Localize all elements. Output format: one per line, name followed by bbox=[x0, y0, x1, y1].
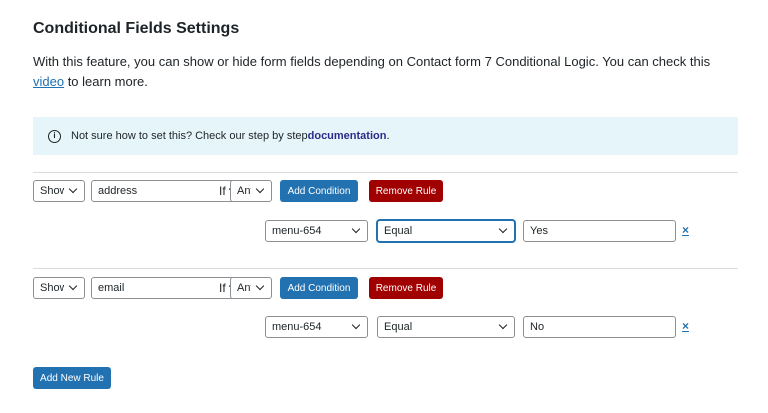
add-new-rule-button[interactable]: Add New Rule bbox=[33, 367, 111, 389]
rule-divider bbox=[33, 172, 738, 173]
notice-text: Not sure how to set this? Check our step… bbox=[71, 130, 308, 142]
rule-action-value: Show bbox=[40, 282, 64, 294]
if-label: If bbox=[219, 281, 226, 295]
chevron-down-icon bbox=[498, 224, 508, 234]
chevron-down-icon bbox=[351, 224, 361, 234]
description-suffix: to learn more. bbox=[64, 74, 148, 89]
section-description: With this feature, you can show or hide … bbox=[33, 52, 738, 92]
rule-field-value: address bbox=[98, 185, 138, 197]
documentation-link[interactable]: documentation bbox=[308, 130, 387, 142]
rule-action-select[interactable]: Show bbox=[33, 180, 85, 202]
add-condition-button[interactable]: Add Condition bbox=[280, 180, 358, 202]
rule-field-value: email bbox=[98, 282, 125, 294]
chevron-down-icon bbox=[255, 184, 265, 194]
condition-field-select[interactable]: menu-654 bbox=[265, 220, 368, 242]
rule-1: Show address If Any Add Condition Remove… bbox=[33, 180, 738, 260]
condition-field-value: menu-654 bbox=[272, 225, 322, 237]
rule-match-value: Any bbox=[237, 185, 251, 197]
help-notice: i Not sure how to set this? Check our st… bbox=[33, 117, 738, 155]
condition-field-select[interactable]: menu-654 bbox=[265, 316, 368, 338]
rule-match-select[interactable]: Any bbox=[230, 277, 272, 299]
condition-operator-select[interactable]: Equal bbox=[377, 316, 515, 338]
chevron-down-icon bbox=[68, 184, 78, 194]
chevron-down-icon bbox=[255, 281, 265, 291]
add-condition-button[interactable]: Add Condition bbox=[280, 277, 358, 299]
rule-2: Show email If Any Add Condition Remove R… bbox=[33, 277, 738, 357]
rule-match-value: Any bbox=[237, 282, 251, 294]
rule-divider bbox=[33, 268, 738, 269]
if-label: If bbox=[219, 184, 226, 198]
notice-suffix: . bbox=[386, 130, 390, 142]
remove-rule-button[interactable]: Remove Rule bbox=[369, 277, 443, 299]
description-text: With this feature, you can show or hide … bbox=[33, 54, 711, 69]
page-title: Conditional Fields Settings bbox=[33, 20, 240, 37]
condition-operator-value: Equal bbox=[384, 225, 413, 237]
info-icon: i bbox=[48, 129, 61, 143]
condition-operator-select[interactable]: Equal bbox=[377, 220, 515, 242]
condition-field-value: menu-654 bbox=[272, 321, 322, 333]
rule-action-value: Show bbox=[40, 185, 64, 197]
condition-value-input[interactable]: No bbox=[523, 316, 676, 338]
remove-condition-icon[interactable]: × bbox=[682, 319, 689, 333]
condition-value-input[interactable]: Yes bbox=[523, 220, 676, 242]
chevron-down-icon bbox=[68, 281, 78, 291]
condition-operator-value: Equal bbox=[384, 321, 413, 333]
chevron-down-icon bbox=[498, 320, 508, 330]
remove-condition-icon[interactable]: × bbox=[682, 223, 689, 237]
video-link[interactable]: video bbox=[33, 74, 64, 89]
rule-match-select[interactable]: Any bbox=[230, 180, 272, 202]
rule-action-select[interactable]: Show bbox=[33, 277, 85, 299]
remove-rule-button[interactable]: Remove Rule bbox=[369, 180, 443, 202]
chevron-down-icon bbox=[351, 320, 361, 330]
